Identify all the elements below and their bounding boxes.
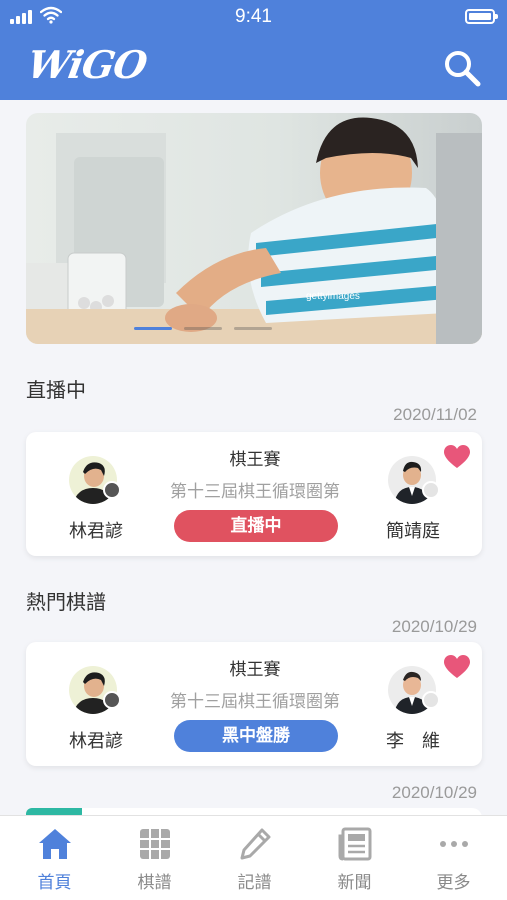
offline-status-dot (103, 691, 121, 709)
game-title: 棋王賽 (229, 450, 281, 470)
hero-banner[interactable]: gettyimages (26, 113, 482, 344)
tab-label: 新聞 (337, 873, 372, 893)
game-title: 棋王賽 (229, 660, 281, 680)
banner-photo: gettyimages (26, 113, 482, 344)
tab-game-records[interactable]: 棋譜 (104, 816, 205, 900)
result-status-button[interactable]: 黑中盤勝 (174, 720, 338, 752)
status-bar: 9:41 (0, 0, 507, 34)
news-icon (338, 827, 372, 861)
tab-news[interactable]: 新聞 (304, 816, 405, 900)
bottom-tab-bar: 首頁 棋譜 記譜 新聞 更多 (0, 815, 507, 900)
search-icon[interactable] (442, 48, 482, 88)
offline-status-dot (103, 481, 121, 499)
banner-watermark: gettyimages (306, 291, 360, 302)
section-date: 2020/10/29 (391, 617, 477, 636)
section-date: 2020/11/02 (393, 405, 477, 424)
pagination-dot[interactable] (184, 327, 222, 330)
section-title-popular: 熱門棋譜 (26, 590, 106, 614)
pagination-dot[interactable] (234, 327, 272, 330)
pagination-dot[interactable] (134, 327, 172, 330)
tab-label: 首頁 (37, 873, 72, 893)
home-icon (39, 829, 71, 859)
board-icon (140, 829, 170, 859)
tab-home[interactable]: 首頁 (4, 816, 105, 900)
player-right-name: 李 維 (386, 731, 440, 752)
app-logo[interactable]: WiGO (24, 42, 150, 92)
tab-record-game[interactable]: 記譜 (204, 816, 305, 900)
tab-label: 記譜 (237, 873, 272, 893)
section-title-live: 直播中 (26, 378, 86, 402)
tab-label: 更多 (436, 873, 471, 893)
game-card-live[interactable]: 林君諺 棋王賽 第十三屆棋王循環圈第 直播中 簡靖庭 (26, 432, 482, 556)
live-status-button[interactable]: 直播中 (174, 510, 338, 542)
offline-status-dot (422, 691, 440, 709)
status-time: 9:41 (235, 6, 272, 27)
tab-more[interactable]: 更多 (403, 816, 504, 900)
game-subtitle: 第十三屆棋王循環圈第 (170, 692, 340, 712)
player-left-name: 林君諺 (69, 521, 123, 542)
tab-label: 棋譜 (137, 873, 172, 893)
player-right-name: 簡靖庭 (386, 521, 440, 542)
player-left-name: 林君諺 (69, 731, 123, 752)
heart-icon[interactable] (444, 445, 470, 469)
game-subtitle: 第十三屆棋王循環圈第 (170, 482, 340, 502)
offline-status-dot (422, 481, 440, 499)
more-icon (440, 841, 468, 847)
pencil-icon (240, 828, 271, 860)
heart-icon[interactable] (444, 655, 470, 679)
battery-icon (465, 9, 498, 24)
logo-text: WiGO (24, 42, 150, 87)
game-card-popular[interactable]: 林君諺 棋王賽 第十三屆棋王循環圈第 黑中盤勝 李 維 (26, 642, 482, 766)
app-header: 9:41 WiGO (0, 0, 507, 100)
section-date: 2020/10/29 (391, 783, 477, 802)
